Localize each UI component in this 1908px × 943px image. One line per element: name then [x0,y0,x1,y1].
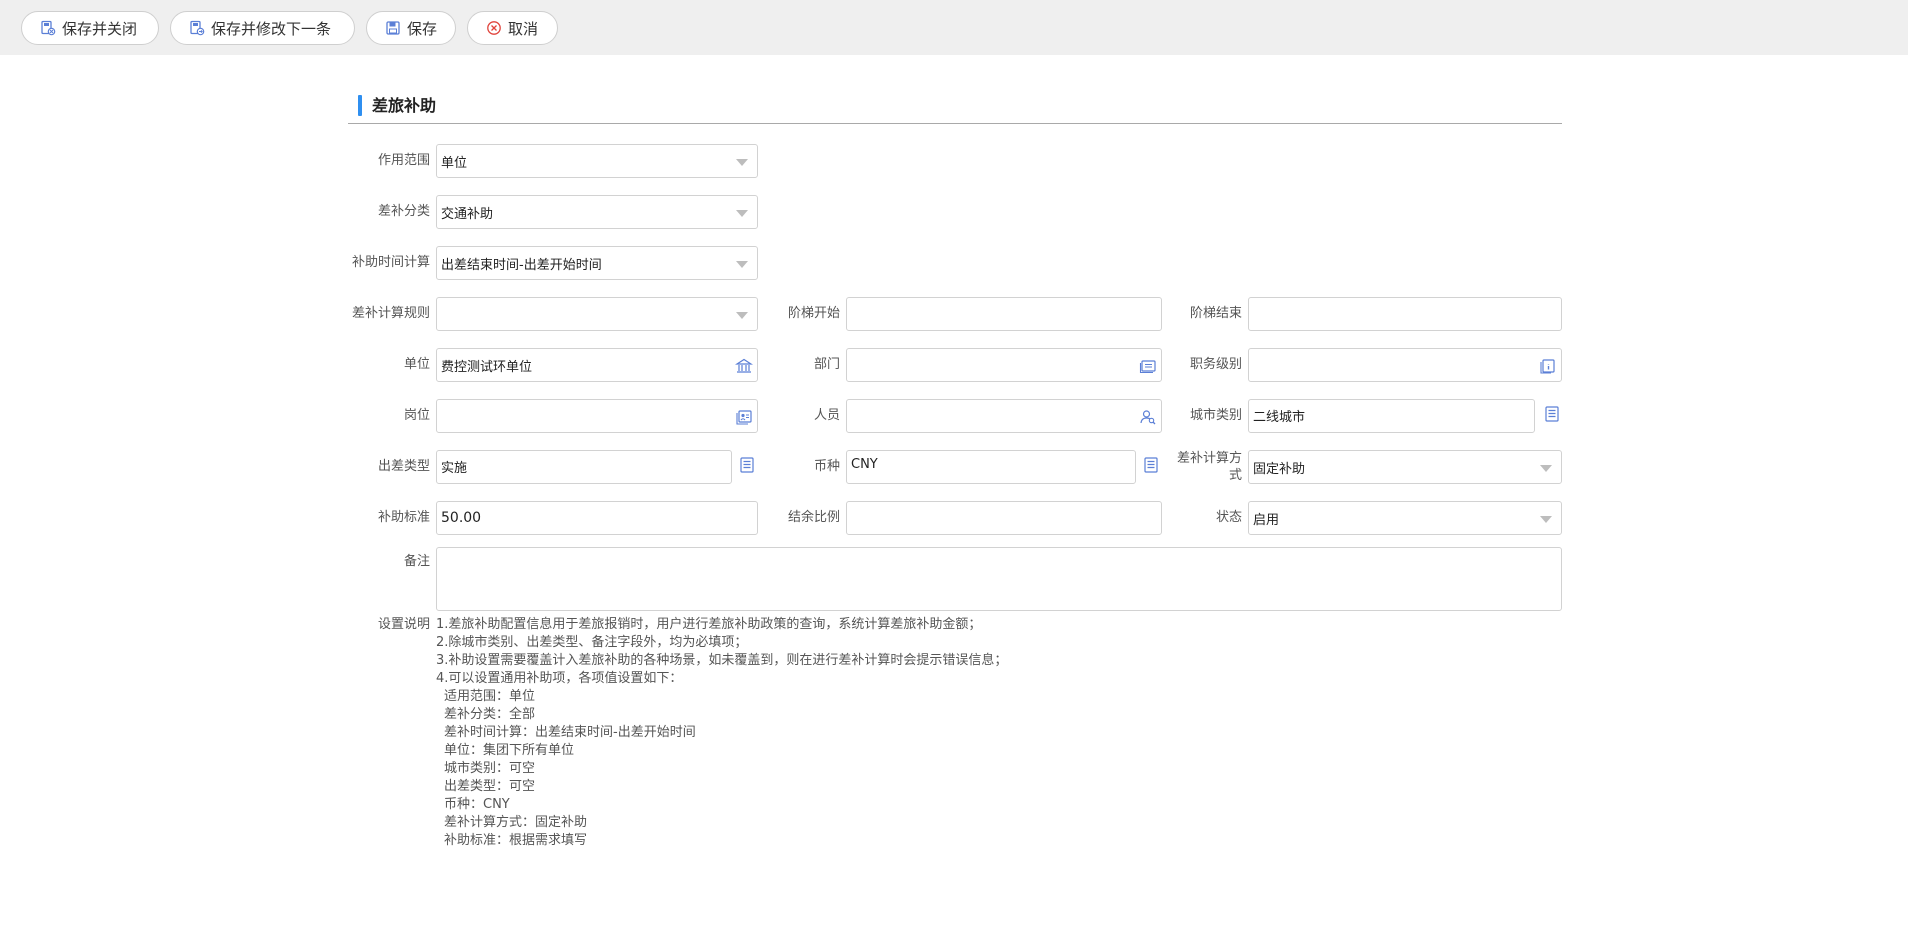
currency-value: CNY [851,457,878,472]
trip-type-input[interactable]: 实施 [436,450,732,484]
standard-label: 补助标准 [377,510,430,525]
category-label: 差补分类 [377,204,430,219]
dept-label: 部门 [813,357,840,372]
city-type-input[interactable]: 二线城市 [1248,399,1535,433]
instructions-label: 设置说明 [377,617,430,632]
step-start-input[interactable] [846,297,1162,331]
section-accent-bar [358,95,362,116]
city-type-value: 二线城市 [1253,410,1306,425]
person-input[interactable] [846,399,1162,433]
save-button[interactable]: 保存 [366,11,456,45]
floppy-disk-icon [386,21,400,35]
time-calc-label: 补助时间计算 [351,255,430,270]
save-and-close-button[interactable]: 保存并关闭 [21,11,159,45]
instruction-line: 4.可以设置通用补助项，各项值设置如下： [436,671,683,686]
save-next-icon [190,20,205,36]
building-icon[interactable] [735,357,753,375]
person-search-icon[interactable] [1139,408,1157,426]
instruction-sub-line: 城市类别：可空 [444,761,536,776]
cancel-circle-icon [487,21,501,35]
calc-method-value: 固定补助 [1253,461,1306,477]
dept-input[interactable] [846,348,1162,382]
scope-select[interactable]: 单位 [436,144,758,178]
person-label: 人员 [813,408,840,423]
remark-label: 备注 [403,554,430,569]
instruction-sub-line: 差补分类：全部 [444,707,536,722]
org-card-icon[interactable] [1139,357,1157,375]
save-and-edit-next-button[interactable]: 保存并修改下一条 [170,11,355,45]
toolbar: 保存并关闭 保存并修改下一条 保存 取消 [0,0,1908,55]
scope-value: 单位 [441,155,468,171]
status-select[interactable]: 启用 [1248,501,1562,535]
id-card-icon[interactable] [1539,357,1557,375]
save-and-edit-next-label: 保存并修改下一条 [211,19,332,38]
save-close-icon [41,20,56,36]
status-value: 启用 [1253,512,1280,528]
currency-input[interactable]: CNY [846,450,1136,484]
instruction-sub-line: 适用范围：单位 [444,689,536,704]
time-calc-select[interactable]: 出差结束时间-出差开始时间 [436,246,758,280]
step-start-label: 阶梯开始 [787,306,840,321]
job-level-input[interactable] [1248,348,1562,382]
post-card-icon[interactable] [735,408,753,426]
list-lookup-icon[interactable] [1543,405,1561,423]
category-value: 交通补助 [441,206,494,222]
instruction-line: 3.补助设置需要覆盖计入差旅补助的各种场景，如未覆盖到，则在进行差补计算时会提示… [436,653,1008,668]
job-level-label: 职务级别 [1189,357,1242,372]
chevron-down-icon [736,159,748,166]
list-lookup-icon[interactable] [1142,456,1160,474]
chevron-down-icon [736,261,748,268]
instruction-sub-line: 出差类型：可空 [444,779,536,794]
cancel-button[interactable]: 取消 [467,11,558,45]
instruction-line: 2.除城市类别、出差类型、备注字段外，均为必填项； [436,635,748,650]
chevron-down-icon [736,210,748,217]
post-input[interactable] [436,399,758,433]
unit-label: 单位 [403,357,430,372]
unit-input[interactable]: 费控测试环单位 [436,348,758,382]
instruction-sub-line: 币种：CNY [444,797,510,812]
trip-type-label: 出差类型 [377,459,430,474]
instruction-sub-line: 差补计算方式：固定补助 [444,815,588,830]
instruction-sub-line: 单位：集团下所有单位 [444,743,575,758]
calc-method-label: 差补计算方式 [1176,451,1242,483]
remark-textarea[interactable] [436,547,1562,611]
scope-label: 作用范围 [377,153,430,168]
surplus-ratio-label: 结余比例 [787,510,840,525]
instruction-sub-line: 补助标准：根据需求填写 [444,833,588,848]
step-end-label: 阶梯结束 [1189,306,1242,321]
standard-input[interactable]: 50.00 [436,501,758,535]
category-select[interactable]: 交通补助 [436,195,758,229]
currency-label: 币种 [813,459,840,474]
chevron-down-icon [1540,465,1552,472]
step-end-input[interactable] [1248,297,1562,331]
city-type-label: 城市类别 [1189,408,1242,423]
instruction-line: 1.差旅补助配置信息用于差旅报销时，用户进行差旅补助政策的查询，系统计算差旅补助… [436,617,982,632]
section-divider [348,123,1562,124]
standard-value: 50.00 [441,510,482,526]
list-lookup-icon[interactable] [738,456,756,474]
surplus-ratio-input[interactable] [846,501,1162,535]
section-title: 差旅补助 [372,96,437,115]
instructions-text: 1.差旅补助配置信息用于差旅报销时，用户进行差旅补助政策的查询，系统计算差旅补助… [436,616,1007,850]
status-label: 状态 [1215,510,1242,525]
calc-rule-label: 差补计算规则 [351,306,430,321]
instruction-sub-line: 差补时间计算：出差结束时间-出差开始时间 [444,725,696,740]
time-calc-value: 出差结束时间-出差开始时间 [441,257,602,273]
chevron-down-icon [1540,516,1552,523]
post-label: 岗位 [403,408,430,423]
calc-method-select[interactable]: 固定补助 [1248,450,1562,484]
cancel-label: 取消 [508,19,539,38]
save-label: 保存 [407,19,438,38]
trip-type-value: 实施 [441,461,468,476]
save-and-close-label: 保存并关闭 [62,19,138,38]
chevron-down-icon [736,312,748,319]
calc-rule-select[interactable] [436,297,758,331]
unit-value: 费控测试环单位 [441,359,533,375]
